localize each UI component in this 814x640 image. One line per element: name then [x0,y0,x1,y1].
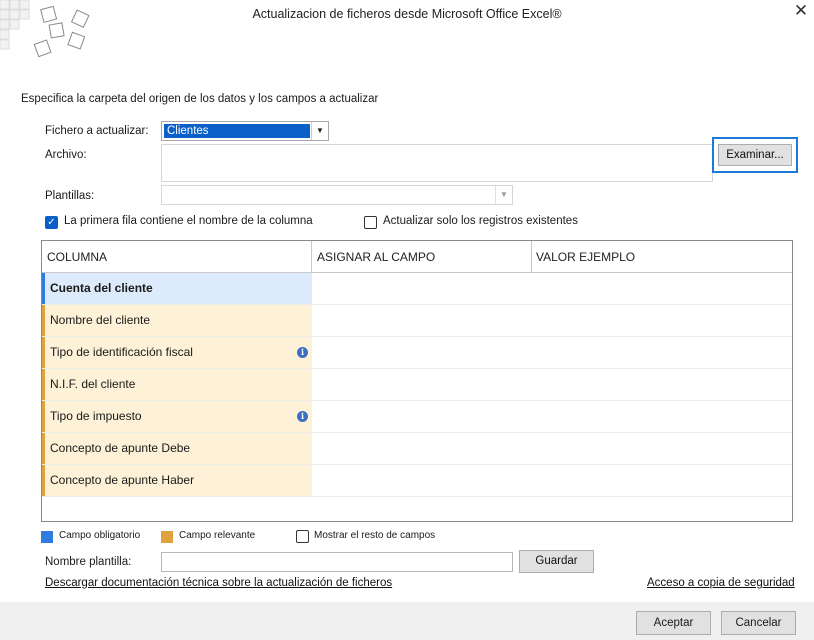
table-row[interactable]: Cuenta del cliente [42,273,792,305]
columna-cell: Nombre del cliente [42,305,312,336]
table-row[interactable]: N.I.F. del cliente [42,369,792,401]
columna-cell: Tipo de identificación fiscal i [42,337,312,368]
fichero-selected-value: Clientes [164,124,310,138]
columna-cell: Cuenta del cliente [42,273,312,304]
nombre-plantilla-input[interactable] [161,552,513,572]
legend-label-obligatorio: Campo obligatorio [59,530,141,541]
archivo-label: Archivo: [45,149,87,161]
columna-cell: N.I.F. del cliente [42,369,312,400]
only-existing-label: Actualizar solo los registros existentes [383,215,578,227]
examinar-button[interactable]: Examinar... [718,144,792,166]
first-row-header-label: La primera fila contiene el nombre de la… [64,215,313,227]
section-label: Especifica la carpeta del origen de los … [21,93,379,105]
columna-text: Tipo de impuesto [50,409,142,423]
window-title: Actualizacion de ficheros desde Microsof… [252,7,562,21]
plantillas-label: Plantillas: [45,190,95,202]
cancel-button[interactable]: Cancelar [721,611,796,635]
plantillas-select[interactable]: ▼ [161,185,513,205]
accept-button[interactable]: Aceptar [636,611,711,635]
table-row[interactable]: Tipo de identificación fiscal i [42,337,792,369]
close-icon[interactable]: ✕ [789,1,813,21]
guardar-button[interactable]: Guardar [519,550,594,573]
table-row[interactable]: Concepto de apunte Debe [42,433,792,465]
column-header-asignar[interactable]: ASIGNAR AL CAMPO [312,241,532,273]
columna-text: Tipo de identificación fiscal [50,345,193,359]
table-row[interactable]: Tipo de impuesto i [42,401,792,433]
mapping-grid[interactable]: COLUMNA ASIGNAR AL CAMPO VALOR EJEMPLO C… [41,240,793,522]
backup-link[interactable]: Acceso a copia de seguridad [647,577,795,589]
first-row-header-checkbox[interactable]: ✓ [45,216,58,229]
examinar-focus-ring: Examinar... [712,137,798,173]
chevron-down-icon[interactable]: ▼ [311,122,328,140]
column-header-columna[interactable]: COLUMNA [42,241,312,273]
fichero-label: Fichero a actualizar: [45,125,149,137]
columna-cell: Concepto de apunte Haber [42,465,312,496]
table-row[interactable]: Nombre del cliente [42,305,792,337]
chevron-down-icon[interactable]: ▼ [495,186,512,204]
fichero-select[interactable]: Clientes ▼ [161,121,329,141]
info-icon[interactable]: i [297,347,308,358]
legend-label-relevante: Campo relevante [179,530,256,541]
archivo-field[interactable] [161,144,713,182]
nombre-plantilla-label: Nombre plantilla: [45,556,132,568]
column-header-valor[interactable]: VALOR EJEMPLO [532,241,792,273]
only-existing-checkbox[interactable] [364,216,377,229]
legend-swatch-relevante [161,531,173,543]
doc-download-link[interactable]: Descargar documentación técnica sobre la… [45,577,392,589]
legend-swatch-obligatorio [41,531,53,543]
info-icon[interactable]: i [297,411,308,422]
table-row[interactable]: Concepto de apunte Haber [42,465,792,497]
mostrar-resto-checkbox[interactable] [296,530,309,543]
dialog-footer: Aceptar Cancelar [0,602,814,640]
columna-cell: Tipo de impuesto i [42,401,312,432]
columna-cell: Concepto de apunte Debe [42,433,312,464]
mostrar-resto-label: Mostrar el resto de campos [314,530,436,541]
